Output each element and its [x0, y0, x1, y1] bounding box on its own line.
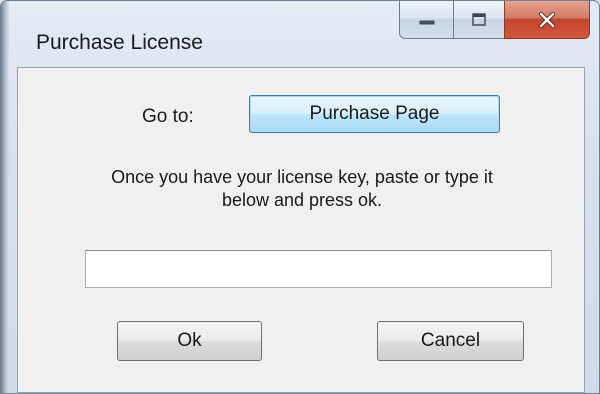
instructions-line-2: below and press ok.: [221, 190, 383, 210]
dialog-content: Go to: Purchase Page Once you have your …: [17, 67, 585, 393]
close-button[interactable]: [504, 1, 590, 39]
goto-label: Go to:: [142, 106, 194, 127]
license-key-input[interactable]: [85, 250, 552, 288]
cancel-button[interactable]: Cancel: [377, 321, 524, 361]
maximize-button[interactable]: [453, 1, 505, 39]
minimize-button[interactable]: [399, 1, 454, 39]
purchase-page-button[interactable]: Purchase Page: [249, 95, 500, 133]
ok-button[interactable]: Ok: [117, 321, 262, 361]
instructions-text: Once you have your license key, paste or…: [38, 166, 566, 212]
minimize-icon: [400, 1, 453, 38]
caption-buttons: [399, 1, 590, 41]
close-icon: [505, 1, 589, 38]
instructions-line-1: Once you have your license key, paste or…: [111, 167, 493, 187]
maximize-icon: [454, 1, 504, 38]
title-bar[interactable]: Purchase License: [1, 1, 599, 67]
purchase-license-window: Purchase License Go to: Purchase Page On…: [0, 0, 600, 394]
window-title: Purchase License: [36, 31, 203, 54]
